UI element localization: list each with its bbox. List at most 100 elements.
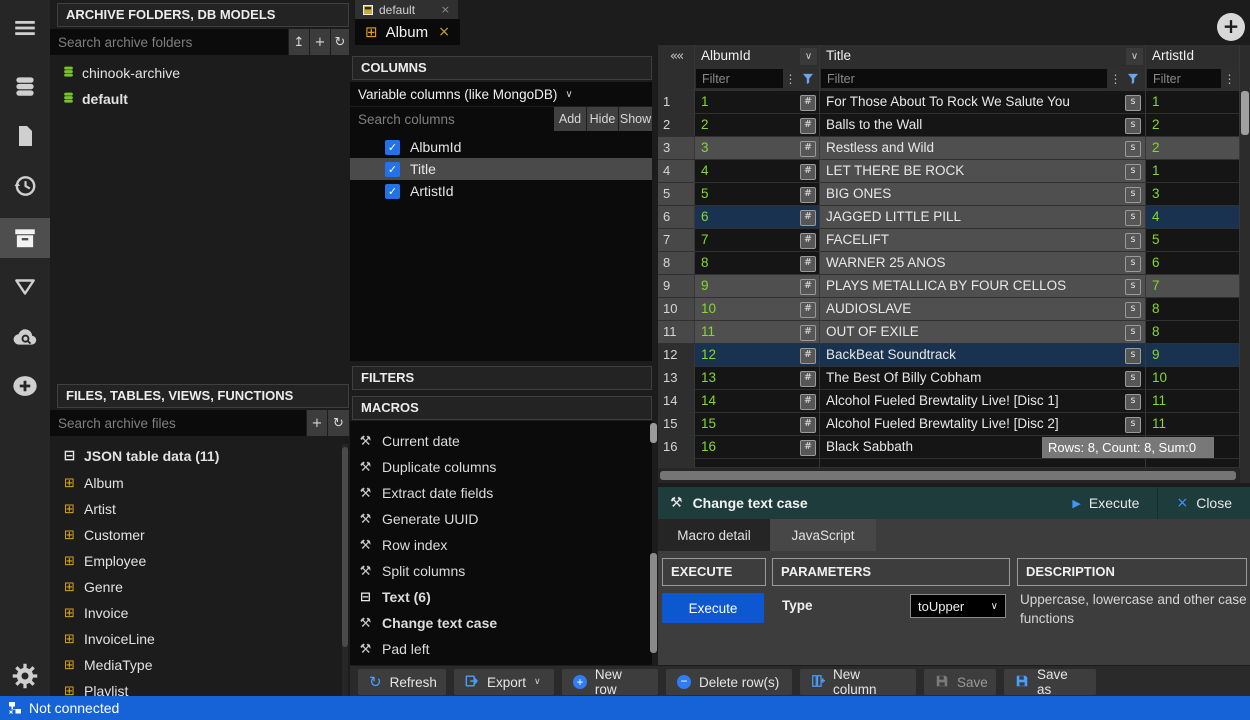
toolbar-new-column-button[interactable]: New column bbox=[800, 669, 916, 695]
macros-scrollbar[interactable] bbox=[650, 421, 657, 665]
table-list-item[interactable]: ⊞Genre bbox=[50, 574, 340, 600]
cell-title[interactable]: JAGGED LITTLE PILLs bbox=[820, 206, 1146, 229]
cell-albumid[interactable]: 15# bbox=[695, 413, 820, 436]
column-header-artistid[interactable]: ArtistId bbox=[1146, 45, 1240, 68]
toolbar-refresh-button[interactable]: ↻Refresh bbox=[358, 669, 446, 695]
cell-artistid[interactable]: 9 bbox=[1146, 344, 1240, 367]
grid-hscrollbar[interactable] bbox=[658, 468, 1240, 483]
macro-item-row[interactable]: ⚒Change text case bbox=[350, 610, 652, 636]
cell-title[interactable]: Alcohol Fueled Brewtality Live! [Disc 2]… bbox=[820, 413, 1146, 436]
column-mode-dropdown[interactable]: Variable columns (like MongoDB) ∨ bbox=[350, 82, 652, 106]
macro-item-row[interactable]: ⚒Current date bbox=[350, 428, 652, 454]
cell-artistid[interactable]: 1 bbox=[1146, 160, 1240, 183]
file-icon[interactable] bbox=[0, 116, 50, 156]
files-search-input[interactable] bbox=[50, 410, 306, 436]
artistid-filter-menu-icon[interactable]: ⋮ bbox=[1222, 69, 1237, 89]
cell-albumid[interactable]: 7# bbox=[695, 229, 820, 252]
execute-button[interactable]: Execute bbox=[662, 593, 764, 623]
macro-item-row[interactable]: ⚒Extract date fields bbox=[350, 480, 652, 506]
cloud-search-icon[interactable] bbox=[0, 317, 50, 357]
cell-albumid[interactable]: 1# bbox=[695, 91, 820, 114]
show-column-button[interactable]: Show bbox=[619, 107, 652, 131]
cell-title[interactable]: Balls to the Walls bbox=[820, 114, 1146, 137]
artistid-filter-input[interactable] bbox=[1147, 69, 1221, 88]
archive-search-input[interactable] bbox=[50, 29, 288, 55]
tab-macro-detail[interactable]: Macro detail bbox=[658, 519, 770, 551]
grid-vscrollbar[interactable] bbox=[1240, 45, 1250, 483]
toolbar-delete-row-s--button[interactable]: −Delete row(s) bbox=[666, 669, 792, 695]
column-checkbox-row[interactable]: ✓ArtistId bbox=[350, 180, 652, 202]
cell-albumid[interactable]: 8# bbox=[695, 252, 820, 275]
macro-item-row[interactable]: ⚒Pad left bbox=[350, 636, 652, 662]
cell-title[interactable]: FACELIFTs bbox=[820, 229, 1146, 252]
table-list-item[interactable]: ⊞MediaType bbox=[50, 652, 340, 678]
table-list-item[interactable]: ⊞Customer bbox=[50, 522, 340, 548]
tab-album-close-icon[interactable]: × bbox=[438, 24, 450, 40]
column-header-albumid[interactable]: AlbumId ∨ bbox=[695, 45, 820, 68]
tab-default-close-icon[interactable]: × bbox=[441, 3, 450, 16]
macro-close-button[interactable]: × Close bbox=[1157, 487, 1250, 519]
toolbar-new-row-button[interactable]: +New row bbox=[562, 669, 658, 695]
title-filter-input[interactable] bbox=[821, 69, 1107, 88]
cell-title[interactable]: Restless and Wilds bbox=[820, 137, 1146, 160]
refresh-folders-icon[interactable]: ↻ bbox=[331, 29, 349, 55]
cell-title[interactable]: PLAYS METALLICA BY FOUR CELLOSs bbox=[820, 275, 1146, 298]
archive-folder-item[interactable]: default bbox=[50, 86, 349, 112]
cell-artistid[interactable]: 2 bbox=[1146, 114, 1240, 137]
cell-title[interactable]: LET THERE BE ROCKs bbox=[820, 160, 1146, 183]
column-checkbox-row[interactable]: ✓AlbumId bbox=[350, 136, 652, 158]
cell-artistid[interactable]: 1 bbox=[1146, 91, 1240, 114]
toolbar-save-as-button[interactable]: Save as bbox=[1004, 669, 1096, 695]
table-list-item[interactable]: ⊞InvoiceLine bbox=[50, 626, 340, 652]
column-header-title[interactable]: Title ∨ bbox=[820, 45, 1146, 68]
toolbar-export-button[interactable]: Export∨ bbox=[454, 669, 554, 695]
cell-artistid[interactable]: 7 bbox=[1146, 275, 1240, 298]
cell-artistid[interactable]: 6 bbox=[1146, 252, 1240, 275]
statusbar-text[interactable]: Not connected bbox=[29, 700, 119, 716]
cell-title[interactable]: WARNER 25 ANOSs bbox=[820, 252, 1146, 275]
cell-albumid[interactable]: 6# bbox=[695, 206, 820, 229]
column-checkbox-row[interactable]: ✓Title bbox=[350, 158, 652, 180]
archive-folder-item[interactable]: chinook-archive bbox=[50, 60, 349, 86]
files-group-json-table-data[interactable]: ⊟ JSON table data (11) bbox=[50, 443, 340, 469]
macro-item-row[interactable]: ⚒Row index bbox=[350, 532, 652, 558]
cell-albumid[interactable]: 3# bbox=[695, 137, 820, 160]
add-folder-icon[interactable]: + bbox=[310, 29, 330, 55]
cell-artistid[interactable]: 3 bbox=[1146, 183, 1240, 206]
albumid-filter-funnel-icon[interactable] bbox=[799, 69, 817, 89]
albumid-header-dropdown-icon[interactable]: ∨ bbox=[800, 48, 817, 65]
cell-albumid[interactable]: 4# bbox=[695, 160, 820, 183]
cell-title[interactable]: For Those About To Rock We Salute Yous bbox=[820, 91, 1146, 114]
macro-item-row[interactable]: ⚒Duplicate columns bbox=[350, 454, 652, 480]
cell-albumid[interactable]: 14# bbox=[695, 390, 820, 413]
cell-title[interactable]: BIG ONESs bbox=[820, 183, 1146, 206]
albumid-filter-input[interactable] bbox=[696, 69, 784, 88]
cell-albumid[interactable]: 11# bbox=[695, 321, 820, 344]
cell-albumid[interactable]: 10# bbox=[695, 298, 820, 321]
tab-javascript[interactable]: JavaScript bbox=[770, 519, 876, 551]
add-file-icon[interactable]: + bbox=[307, 410, 327, 436]
add-column-button[interactable]: Add bbox=[554, 107, 586, 131]
macro-group-row[interactable]: ⊟Text (6) bbox=[350, 584, 652, 610]
menu-icon[interactable] bbox=[0, 8, 50, 48]
files-scrollbar[interactable] bbox=[342, 444, 348, 696]
cell-albumid[interactable]: 13# bbox=[695, 367, 820, 390]
cell-albumid[interactable]: 16# bbox=[695, 436, 820, 459]
history-icon[interactable] bbox=[0, 166, 50, 206]
cell-artistid[interactable]: 8 bbox=[1146, 321, 1240, 344]
macro-execute-header-button[interactable]: ▶ Execute bbox=[1054, 487, 1157, 519]
checkbox-checked-icon[interactable]: ✓ bbox=[385, 184, 400, 199]
albumid-filter-menu-icon[interactable]: ⋮ bbox=[783, 69, 798, 89]
title-header-dropdown-icon[interactable]: ∨ bbox=[1126, 48, 1143, 65]
checkbox-checked-icon[interactable]: ✓ bbox=[385, 140, 400, 155]
add-tab-button[interactable]: + bbox=[1217, 13, 1245, 41]
title-filter-menu-icon[interactable]: ⋮ bbox=[1108, 69, 1123, 89]
grid-collapse-icon[interactable]: «« bbox=[658, 45, 695, 68]
table-list-item[interactable]: ⊞Artist bbox=[50, 496, 340, 522]
table-list-item[interactable]: ⊞Album bbox=[50, 470, 340, 496]
triangle-icon[interactable] bbox=[0, 267, 50, 307]
database-icon[interactable] bbox=[0, 66, 50, 106]
cell-albumid[interactable]: 12# bbox=[695, 344, 820, 367]
macro-item-row[interactable]: ⚒Split columns bbox=[350, 558, 652, 584]
upload-icon[interactable]: ↥ bbox=[289, 29, 309, 55]
